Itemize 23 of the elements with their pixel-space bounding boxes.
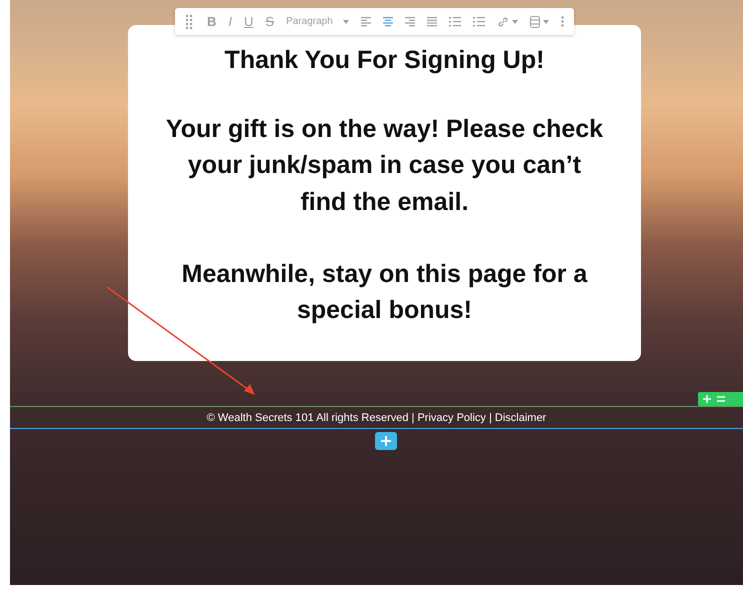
- footer-text: © Wealth Secrets 101 All rights Reserved | Privacy Policy | Disclaimer: [206, 411, 548, 426]
- bold-button[interactable]: B: [205, 15, 218, 28]
- numbered-list-icon[interactable]: [470, 16, 487, 26]
- block-button[interactable]: [528, 16, 551, 28]
- link-icon: [496, 16, 509, 28]
- move-icon[interactable]: [703, 395, 711, 403]
- align-left-icon[interactable]: [358, 16, 373, 26]
- thank-you-heading: Thank You For Signing Up!: [224, 45, 546, 75]
- strike-button[interactable]: S: [263, 15, 276, 28]
- underline-button[interactable]: U: [242, 15, 256, 28]
- add-section-button[interactable]: [375, 432, 397, 450]
- align-center-icon[interactable]: [380, 16, 395, 26]
- settings-icon[interactable]: [717, 395, 725, 403]
- message-text: Meanwhile, stay on this page for a special bonus!: [180, 258, 588, 326]
- database-icon: [530, 16, 540, 28]
- more-icon[interactable]: [558, 16, 566, 27]
- bullet-list-icon[interactable]: [446, 16, 463, 26]
- italic-button[interactable]: I: [226, 15, 234, 28]
- align-right-icon[interactable]: [402, 16, 417, 26]
- message-text: Your gift is on the way! Please check your junk/spam in case you can’t find the email.: [164, 114, 604, 218]
- align-justify-icon[interactable]: [424, 16, 439, 26]
- paragraph-dropdown[interactable]: Paragraph: [284, 16, 351, 26]
- plus-icon: [381, 436, 391, 446]
